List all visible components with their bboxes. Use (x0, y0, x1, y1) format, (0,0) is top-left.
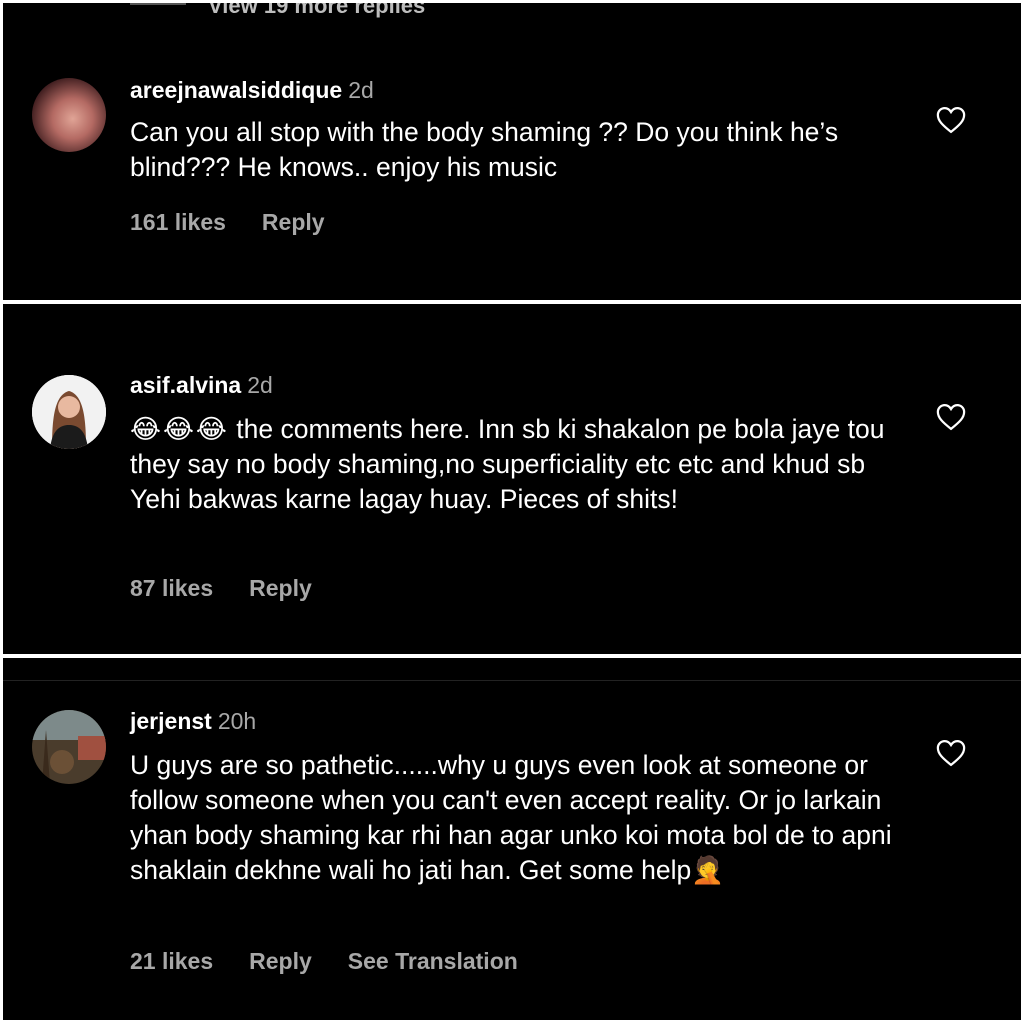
timestamp: 20h (217, 708, 257, 734)
comment-text: the comments here. Inn sb ki shakalon pe… (130, 414, 885, 514)
comment-actions: 87 likes Reply (130, 575, 348, 602)
username[interactable]: areejnawalsiddique (130, 77, 342, 103)
timestamp: 2d (348, 77, 374, 103)
comment-header: areejnawalsiddique 2d (130, 77, 374, 104)
comment-actions: 21 likes Reply See Translation (130, 948, 554, 975)
heart-outline-icon[interactable] (936, 739, 966, 767)
username[interactable]: asif.alvina (130, 372, 241, 398)
see-translation-button[interactable]: See Translation (348, 948, 518, 974)
likes-count[interactable]: 161 likes (130, 209, 226, 235)
reply-button[interactable]: Reply (249, 948, 312, 974)
avatar[interactable] (32, 78, 106, 152)
laughing-emoji: 😂😂😂 (130, 414, 229, 444)
reply-thread-line (130, 3, 186, 5)
heart-outline-icon[interactable] (936, 106, 966, 134)
timestamp: 2d (247, 372, 273, 398)
comment-text-block: 😂😂😂 the comments here. Inn sb ki shakalo… (130, 412, 910, 517)
comment-actions: 161 likes Reply (130, 209, 361, 236)
reply-button[interactable]: Reply (262, 209, 325, 235)
avatar-photo (32, 710, 106, 784)
likes-count[interactable]: 87 likes (130, 575, 213, 601)
divider (3, 680, 1021, 681)
username[interactable]: jerjenst (130, 708, 212, 734)
comment-panel-3: jerjenst 20h U guys are so pathetic......… (3, 658, 1021, 1020)
comment-header: asif.alvina 2d (130, 372, 273, 399)
avatar[interactable] (32, 375, 106, 449)
comment-text: U guys are so pathetic......why u guys e… (130, 750, 892, 885)
avatar-photo (32, 375, 106, 449)
likes-count[interactable]: 21 likes (130, 948, 213, 974)
comment-panel-2: asif.alvina 2d 😂😂😂 the comments here. Inn… (3, 304, 1021, 654)
comment-text: Can you all stop with the body shaming ?… (130, 117, 839, 182)
view-more-replies-link[interactable]: View 19 more replies (208, 3, 425, 19)
avatar[interactable] (32, 710, 106, 784)
comment-header: jerjenst 20h (130, 708, 256, 735)
comment-panel-1: View 19 more replies areejnawalsiddique 2… (3, 3, 1021, 300)
facepalm-emoji: 🤦 (691, 855, 725, 885)
comment-text-block: U guys are so pathetic......why u guys e… (130, 748, 900, 888)
reply-button[interactable]: Reply (249, 575, 312, 601)
heart-outline-icon[interactable] (936, 403, 966, 431)
